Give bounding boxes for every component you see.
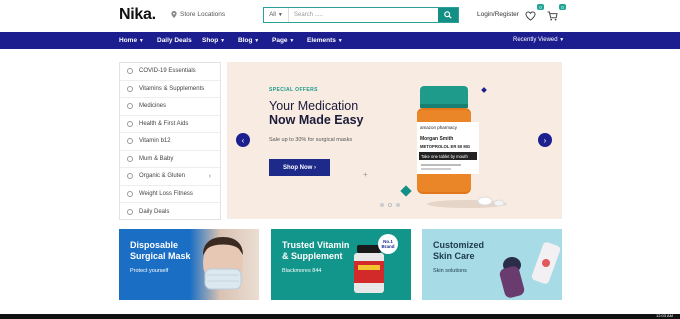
login-register-link[interactable]: Login/Register <box>477 11 519 18</box>
promo-title: Surgical Mask <box>130 251 191 261</box>
nav-item-elements[interactable]: Elements ▼ <box>307 37 343 44</box>
hero-subtitle: Sale up to 30% for surgical masks <box>269 137 353 143</box>
hero-banner: SPECIAL OFFERS Your Medication Now Made … <box>227 62 562 219</box>
nav-item-home[interactable]: Home ▼ <box>119 37 144 44</box>
carousel-dots <box>380 203 400 207</box>
taskbar <box>0 314 680 319</box>
header: Nika. Store Locations All ▼ Search .....… <box>0 0 680 32</box>
sidebar-item-organic-gluten[interactable]: Organic & Gluten › <box>120 168 220 186</box>
nav-item-blog[interactable]: Blog ▼ <box>238 37 259 44</box>
bottle-brand: amazon pharmacy <box>420 125 458 130</box>
sidebar-item-medicines[interactable]: Medicines <box>120 98 220 116</box>
wishlist-count-badge: 0 <box>537 4 544 10</box>
promo-subtitle: Blackmores 844 <box>282 268 322 274</box>
carousel-dot[interactable] <box>396 203 400 207</box>
wishlist-button[interactable]: 0 <box>525 4 544 21</box>
medicine-icon <box>127 103 133 110</box>
pill-icon <box>127 85 133 92</box>
sidebar-item-mum-baby[interactable]: Mum & Baby <box>120 151 220 168</box>
hero-title-line2: Now Made Easy <box>269 113 364 127</box>
decor-diamond <box>400 185 412 197</box>
medication-bottle-image: amazon pharmacy Morgan Smith METOPROLOL … <box>417 86 507 208</box>
chevron-right-icon: › <box>314 164 316 171</box>
main-nav: Home ▼ Daily Deals Shop ▼ Blog ▼ Page ▼ … <box>0 32 680 49</box>
promo-subtitle: Skin solutions <box>433 268 467 274</box>
chevron-down-icon: ▼ <box>138 38 144 44</box>
promo-subtitle: Protect yourself <box>130 268 169 274</box>
bottle-instruction: Take one tablet by mouth <box>421 154 468 159</box>
search-bar: All ▼ Search ..... <box>263 7 459 23</box>
first-aid-icon <box>127 120 133 127</box>
carousel-dot-active[interactable] <box>388 203 392 207</box>
chevron-down-icon: ▼ <box>277 12 283 18</box>
chevron-left-icon: ‹ <box>241 135 245 145</box>
carousel-dot[interactable] <box>380 203 384 207</box>
leaf-icon <box>127 173 133 180</box>
chevron-down-icon: ▼ <box>254 38 260 44</box>
skincare-products-image <box>499 242 561 298</box>
search-category-select[interactable]: All ▼ <box>264 8 289 22</box>
nav-item-daily-deals[interactable]: Daily Deals <box>157 37 192 44</box>
nav-item-shop[interactable]: Shop ▼ <box>202 37 225 44</box>
taskbar-clock: 12:03 AM <box>656 313 673 318</box>
chevron-right-icon: › <box>543 135 547 145</box>
chevron-down-icon: ▼ <box>289 38 295 44</box>
tag-icon <box>127 208 133 215</box>
promo-title: & Supplement <box>282 251 343 261</box>
logo[interactable]: Nika. <box>119 6 156 24</box>
bottle-drug-name: METOPROLOL ER 50 MG <box>420 144 470 149</box>
store-locations-label: Store Locations <box>180 11 226 18</box>
chevron-down-icon: ▼ <box>337 38 343 44</box>
baby-icon <box>127 155 133 162</box>
sidebar-item-vitamin-b12[interactable]: Vitamin b12 <box>120 133 220 151</box>
chevron-down-icon: ▼ <box>220 38 226 44</box>
store-locations-link[interactable]: Store Locations <box>171 11 225 18</box>
heart-icon <box>525 11 536 21</box>
vitamin-jar-image <box>354 245 384 293</box>
cart-count-badge: 0 <box>559 4 566 10</box>
promo-title: Skin Care <box>433 251 475 261</box>
sidebar-item-covid[interactable]: COVID-19 Essentials <box>120 63 220 81</box>
search-button[interactable] <box>438 8 458 22</box>
cart-button[interactable]: 0 <box>547 4 566 21</box>
promo-card-skincare[interactable]: Customized Skin Care Skin solutions <box>422 229 562 300</box>
promo-card-vitamin[interactable]: Trusted Vitamin & Supplement Blackmores 8… <box>271 229 411 300</box>
carousel-next-button[interactable]: › <box>538 133 552 147</box>
hero-tag: SPECIAL OFFERS <box>269 87 318 93</box>
location-pin-icon <box>171 11 177 18</box>
chevron-down-icon: ▼ <box>559 37 565 43</box>
mask-person-illustration <box>203 237 243 290</box>
sidebar-item-health-first-aids[interactable]: Health & First Aids <box>120 116 220 133</box>
decor-plus: + <box>363 170 368 179</box>
sidebar-item-vitamins[interactable]: Vitamins & Supplements <box>120 81 220 98</box>
bottle-patient-name: Morgan Smith <box>420 136 453 142</box>
decor-diamond <box>481 87 487 93</box>
recently-viewed-dropdown[interactable]: Recently Viewed ▼ <box>513 37 564 43</box>
sidebar-item-daily-deals[interactable]: Daily Deals <box>120 203 220 221</box>
category-sidebar: COVID-19 Essentials Vitamins & Supplemen… <box>119 62 221 220</box>
no1-brand-badge: No.1 Brand <box>378 234 398 254</box>
search-input[interactable]: Search ..... <box>289 8 438 22</box>
search-icon <box>444 11 452 19</box>
promo-card-mask[interactable]: Disposable Surgical Mask Protect yourself <box>119 229 259 300</box>
sidebar-item-weight-loss[interactable]: Weight Loss Fitness <box>120 186 220 203</box>
promo-title: Disposable <box>130 240 179 250</box>
capsule-icon <box>127 138 133 145</box>
shop-now-button[interactable]: Shop Now › <box>269 159 330 176</box>
nav-item-page[interactable]: Page ▼ <box>272 37 294 44</box>
carousel-prev-button[interactable]: ‹ <box>236 133 250 147</box>
chevron-right-icon: › <box>208 172 211 180</box>
scale-icon <box>127 190 133 197</box>
mask-icon <box>127 68 133 75</box>
promo-title: Customized <box>433 240 485 250</box>
cart-icon <box>547 11 558 21</box>
promo-title: Trusted Vitamin <box>282 240 350 250</box>
hero-title-line1: Your Medication <box>269 99 359 113</box>
